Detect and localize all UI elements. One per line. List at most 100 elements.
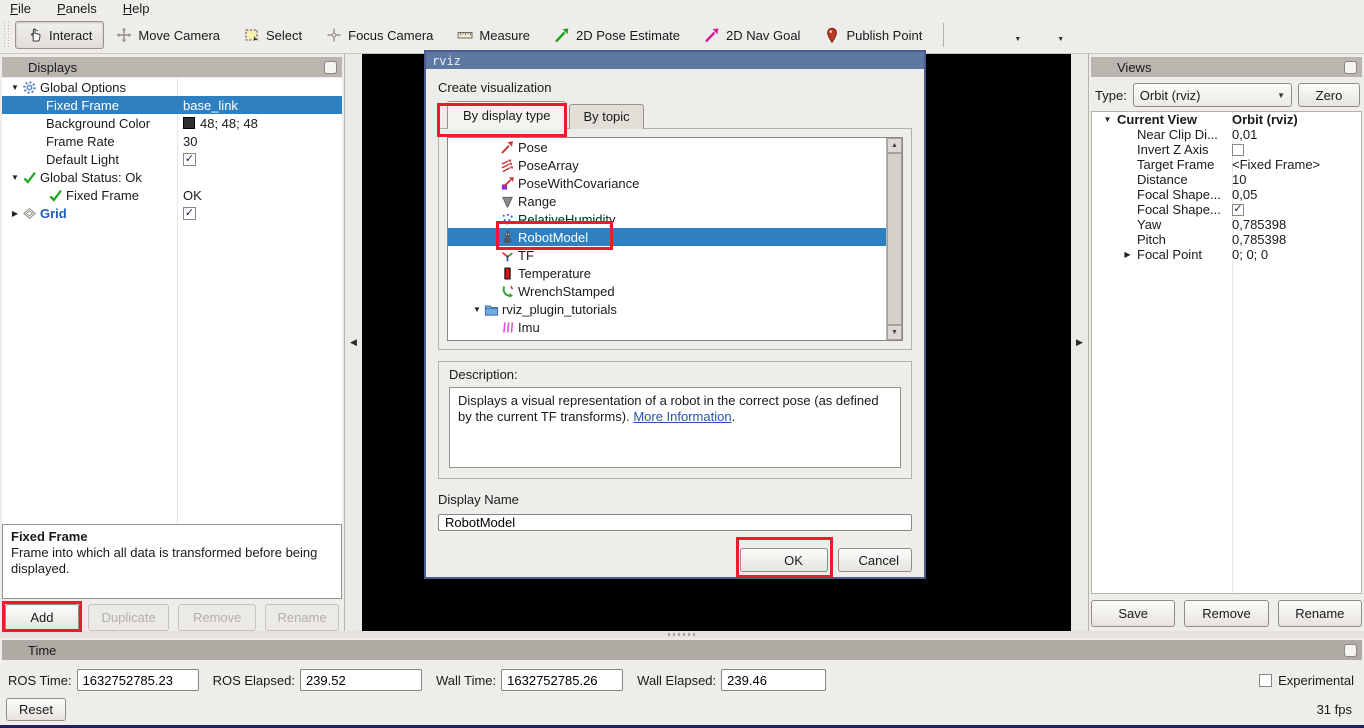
wall-elapsed-input[interactable] (721, 669, 827, 691)
tool-2d-pose-estimate[interactable]: 2D Pose Estimate (542, 21, 692, 49)
display-type-row[interactable]: Temperature (448, 264, 886, 282)
toolbar-grip[interactable] (4, 22, 11, 48)
property-checkbox[interactable] (1232, 143, 1244, 156)
property-checkbox[interactable]: ✓ (183, 206, 196, 220)
expander-icon[interactable]: ▶ (1118, 250, 1137, 259)
panel-float-button[interactable] (324, 60, 337, 74)
right-splitter[interactable]: ▶ (1071, 54, 1088, 631)
display-type-row[interactable]: TF (448, 246, 886, 264)
menu-file[interactable]: File (10, 1, 31, 16)
scroll-up-icon[interactable]: ▲ (887, 138, 902, 153)
view-property-row[interactable]: Target Frame <Fixed Frame> (1092, 157, 1361, 172)
more-information-link[interactable]: More Information (633, 409, 731, 424)
tool-label: Measure (479, 27, 530, 43)
save-view-button[interactable]: Save (1091, 600, 1176, 627)
experimental-checkbox[interactable] (1259, 673, 1273, 687)
tool-measure[interactable]: Measure (445, 21, 542, 49)
view-property-row[interactable]: Pitch 0,785398 (1092, 232, 1361, 247)
display-type-row[interactable]: Pose (448, 138, 886, 156)
display-name-input[interactable] (438, 514, 912, 531)
reset-button[interactable]: Reset (6, 698, 66, 721)
tree-row[interactable]: Fixed Frame OK (2, 186, 342, 204)
bottom-splitter[interactable] (0, 631, 1364, 638)
zoom-out-button[interactable]: ▼ (987, 23, 1030, 47)
view-property-row[interactable]: Invert Z Axis (1092, 142, 1361, 157)
display-type-list[interactable]: Pose PoseArray PoseWithCovariance Range Rela… (447, 137, 903, 341)
scrollbar-thumb[interactable] (887, 153, 902, 325)
ros-elapsed-input[interactable] (299, 669, 422, 691)
tab-by-topic[interactable]: By topic (569, 104, 644, 129)
collapse-right-icon[interactable]: ▶ (1076, 337, 1083, 348)
panel-float-button[interactable] (1344, 60, 1357, 74)
tree-row[interactable]: ▼ Global Options (2, 78, 342, 96)
panel-float-button[interactable] (1344, 643, 1357, 657)
tool-move-camera[interactable]: Move Camera (104, 21, 232, 49)
view-property-name: Distance (1092, 172, 1232, 187)
tool-2d-nav-goal[interactable]: 2D Nav Goal (692, 21, 812, 49)
tool-publish-point[interactable]: Publish Point (812, 21, 934, 49)
menu-panels[interactable]: Panels (57, 1, 97, 16)
color-swatch[interactable] (183, 117, 195, 129)
display-type-row[interactable]: WrenchStamped (448, 282, 886, 300)
tree-row[interactable]: Background Color 48; 48; 48 (2, 114, 342, 132)
tree-row[interactable]: Default Light ✓ (2, 150, 342, 168)
display-type-row[interactable]: RobotModel (448, 228, 902, 246)
tool-focus-camera[interactable]: Focus Camera (314, 21, 445, 49)
display-type-row[interactable]: PoseWithCovariance (448, 174, 886, 192)
expander-icon[interactable]: ▼ (8, 173, 22, 182)
property-checkbox[interactable]: ✓ (1232, 203, 1244, 216)
left-splitter[interactable]: ◀ (345, 54, 362, 631)
time-bottom-row: Reset 31 fps (0, 691, 1364, 721)
view-property-row[interactable]: Focal Shape... ✓ (1092, 202, 1361, 217)
cancel-button[interactable]: Cancel (838, 548, 912, 572)
tree-row[interactable]: Frame Rate 30 (2, 132, 342, 150)
menu-help[interactable]: Help (123, 1, 150, 16)
view-property-value: 0,01 (1232, 127, 1361, 142)
property-name: Distance (1137, 172, 1188, 187)
dialog-titlebar[interactable]: rviz (426, 52, 924, 69)
tree-row[interactable]: ▶ Grid ✓ (2, 204, 342, 222)
add-button[interactable]: Add (5, 604, 79, 631)
pose-array-icon (500, 158, 518, 173)
view-property-row[interactable]: Yaw 0,785398 (1092, 217, 1361, 232)
view-property-row[interactable]: Near Clip Di... 0,01 (1092, 127, 1361, 142)
view-property-row[interactable]: ▼ Current View Orbit (rviz) (1092, 112, 1361, 127)
display-type-row[interactable]: RelativeHumidity (448, 210, 886, 228)
scroll-down-icon[interactable]: ▼ (887, 325, 902, 340)
tool-select[interactable]: Select (232, 21, 314, 49)
tree-row[interactable]: ▼ Global Status: Ok (2, 168, 342, 186)
expander-icon[interactable]: ▼ (470, 305, 484, 314)
eye-icon (1039, 27, 1055, 43)
splitter-handle[interactable] (668, 633, 698, 636)
zero-button[interactable]: Zero (1298, 83, 1360, 107)
ros-time-input[interactable] (76, 669, 199, 691)
expander-icon[interactable]: ▼ (8, 83, 22, 92)
scrollbar[interactable]: ▲ ▼ (886, 138, 902, 340)
display-type-row[interactable]: Range (448, 192, 886, 210)
visibility-button[interactable]: ▼ (1030, 23, 1073, 47)
view-property-row[interactable]: Distance 10 (1092, 172, 1361, 187)
remove-view-button[interactable]: Remove (1184, 600, 1269, 627)
display-type-row[interactable]: PoseArray (448, 156, 886, 174)
view-property-row[interactable]: Focal Shape... 0,05 (1092, 187, 1361, 202)
displays-tree[interactable]: ▼ Global Options Fixed Frame base_link Backg… (2, 78, 342, 524)
display-type-row[interactable]: Imu (448, 318, 886, 336)
view-type-dropdown[interactable]: Orbit (rviz) ▼ (1132, 83, 1292, 107)
property-value: 48; 48; 48 (177, 114, 342, 132)
expander-icon[interactable]: ▼ (1098, 115, 1117, 124)
rename-view-button[interactable]: Rename (1277, 600, 1362, 627)
ok-button[interactable]: OK (740, 548, 828, 572)
tree-row[interactable]: Fixed Frame base_link (2, 96, 342, 114)
wall-time-input[interactable] (501, 669, 624, 691)
tool-interact[interactable]: Interact (15, 21, 105, 49)
collapse-left-icon[interactable]: ◀ (350, 337, 357, 348)
expander-icon[interactable]: ▶ (8, 209, 22, 218)
zoom-in-button[interactable] (953, 23, 987, 47)
display-type-row[interactable]: ▼ rviz_plugin_tutorials (448, 300, 886, 318)
view-property-row[interactable]: ▶ Focal Point 0; 0; 0 (1092, 247, 1361, 262)
time-field-label: ROS Time: (8, 672, 72, 688)
robot-icon (500, 229, 518, 245)
property-checkbox[interactable]: ✓ (183, 152, 196, 166)
tab-by-display-type[interactable]: By display type (447, 101, 567, 129)
views-tree[interactable]: ▼ Current View Orbit (rviz) Near Clip Di...… (1091, 111, 1362, 594)
